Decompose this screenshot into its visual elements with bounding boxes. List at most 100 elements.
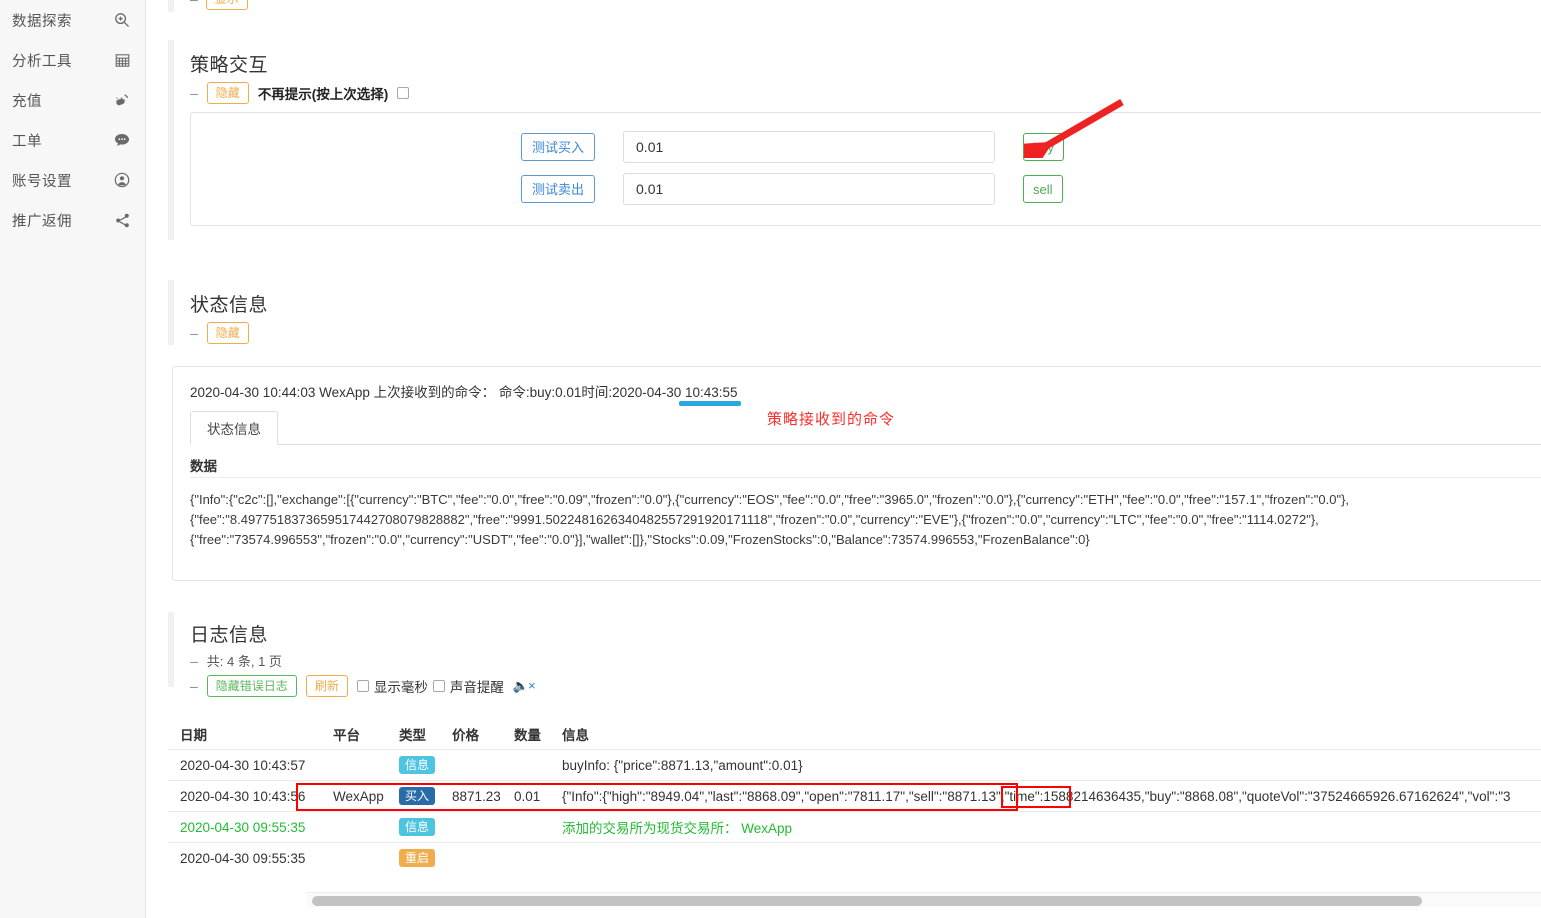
sell-amount-input[interactable] — [623, 173, 996, 205]
strategy-interaction-section: 策略交互 ‒ 隐藏 不再提示(按上次选择) — [190, 50, 1541, 104]
log-date: 2020-04-30 09:55:35 — [180, 850, 306, 866]
log-table: 日期 平台 类型 价格 数量 信息 2020-04-30 10:43:57 信息… — [168, 718, 1541, 873]
plug-icon — [113, 91, 131, 109]
dash-marker: ‒ — [190, 652, 198, 669]
strategy-interaction-controls: ‒ 隐藏 不再提示(按上次选择) — [190, 82, 1541, 104]
sidebar: 数据探索 分析工具 充值 工单 账号设置 推广返佣 — [0, 0, 146, 918]
hide-toggle-button[interactable]: 隐藏 — [206, 82, 249, 104]
sidebar-item-label: 推广返佣 — [12, 213, 72, 230]
status-badge: 买入 — [399, 787, 436, 805]
share-icon — [113, 211, 131, 229]
main-content: ‒ 显示 策略交互 ‒ 隐藏 不再提示(按上次选择) 测试买入 buy 测试卖出… — [146, 0, 1541, 918]
dash-marker: ‒ — [190, 85, 198, 101]
section-accent-bar — [168, 612, 174, 687]
sound-alert-control[interactable]: 声音提醒 — [432, 676, 504, 696]
sidebar-item-label: 数据探索 — [12, 13, 72, 30]
log-type: 重启 — [399, 849, 452, 867]
log-info: {"Info":{"high":"8949.04","last":"8868.0… — [562, 788, 1511, 804]
log-type: 信息 — [399, 756, 452, 774]
column-header-info: 信息 — [562, 727, 589, 743]
log-price: 8871.23 — [452, 788, 501, 804]
column-header-type: 类型 — [399, 727, 426, 743]
log-table-header: 日期 平台 类型 价格 数量 信息 — [168, 718, 1541, 749]
buy-amount-input[interactable] — [623, 131, 996, 163]
status-info-controls: ‒ 隐藏 — [190, 322, 1541, 344]
column-header-date: 日期 — [180, 727, 207, 743]
log-count-text: 共: 4 条, 1 页 — [206, 654, 282, 669]
status-json-line: {"fee":"8.497751837365951744270807982888… — [190, 512, 1319, 527]
speaker-mute-icon[interactable]: 🔈× — [513, 678, 536, 694]
sell-button[interactable]: sell — [1023, 175, 1063, 203]
sidebar-item-analysis-tools[interactable]: 分析工具 — [0, 40, 145, 80]
dash-marker: ‒ — [190, 678, 198, 694]
test-buy-button[interactable]: 测试买入 — [521, 133, 596, 161]
sidebar-item-data-explore[interactable]: 数据探索 — [0, 0, 145, 40]
dash-marker: ‒ — [190, 325, 198, 341]
sidebar-item-referral[interactable]: 推广返佣 — [0, 200, 145, 240]
show-milliseconds-label: 显示毫秒 — [373, 680, 428, 695]
tab-status-info[interactable]: 状态信息 — [190, 411, 278, 445]
no-prompt-label: 不再提示(按上次选择) — [257, 87, 389, 102]
top-section-toggle-row: ‒ 显示 — [190, 0, 248, 10]
log-date: 2020-04-30 09:55:35 — [180, 819, 306, 835]
sidebar-item-label: 工单 — [12, 133, 42, 150]
show-toggle-button[interactable]: 显示 — [205, 0, 248, 10]
log-date: 2020-04-30 10:43:57 — [180, 757, 306, 773]
table-row[interactable]: 2020-04-30 09:55:35 重启 — [168, 842, 1541, 873]
log-info-section: 日志信息 ‒ 共: 4 条, 1 页 ‒ 隐藏错误日志 刷新 显示毫秒 声音提醒… — [190, 620, 1541, 697]
sound-alert-checkbox[interactable] — [432, 680, 445, 692]
status-json-line: {"free":"73574.996553","frozen":"0.0","c… — [190, 532, 1090, 547]
sidebar-item-label: 充值 — [12, 93, 42, 110]
status-badge: 信息 — [399, 756, 436, 774]
sidebar-item-label: 账号设置 — [12, 173, 72, 190]
log-info: buyInfo: {"price":8871.13,"amount":0.01} — [562, 757, 803, 773]
log-count-row: ‒ 共: 4 条, 1 页 — [190, 651, 1541, 670]
show-milliseconds-checkbox[interactable] — [356, 680, 369, 692]
sidebar-item-label: 分析工具 — [12, 53, 72, 70]
table-row[interactable]: 2020-04-30 10:43:57 信息 buyInfo: {"price"… — [168, 749, 1541, 780]
grid-table-icon — [113, 51, 131, 69]
log-amount: 0.01 — [514, 788, 541, 804]
table-row[interactable]: 2020-04-30 09:55:35 信息 添加的交易所为现货交易所： Wex… — [168, 811, 1541, 842]
no-prompt-checkbox[interactable] — [397, 87, 410, 99]
show-milliseconds-control[interactable]: 显示毫秒 — [356, 676, 428, 696]
horizontal-scrollbar-thumb[interactable] — [312, 896, 1422, 906]
sell-interaction-row: 测试卖出 sell — [521, 173, 1063, 205]
status-info-title: 状态信息 — [190, 295, 269, 316]
log-date: 2020-04-30 10:43:56 — [180, 788, 306, 804]
column-header-platform: 平台 — [333, 727, 360, 743]
blue-underline-annotation — [679, 401, 741, 406]
strategy-interaction-title: 策略交互 — [190, 55, 269, 76]
last-command-line: 2020-04-30 10:44:03 WexApp 上次接收到的命令： 命令:… — [190, 385, 738, 400]
horizontal-scrollbar-track[interactable] — [306, 892, 1541, 907]
status-info-panel: 2020-04-30 10:44:03 WexApp 上次接收到的命令： 命令:… — [172, 366, 1541, 581]
sidebar-item-ticket[interactable]: 工单 — [0, 120, 145, 160]
search-zoom-icon — [113, 11, 131, 29]
red-arrow-annotation — [1024, 98, 1124, 158]
hide-error-log-button[interactable]: 隐藏错误日志 — [206, 675, 297, 697]
status-info-section: 状态信息 ‒ 隐藏 — [190, 290, 1541, 344]
log-info-title: 日志信息 — [190, 625, 269, 646]
section-accent-bar — [168, 280, 174, 345]
column-header-amount: 数量 — [514, 727, 541, 743]
log-type: 买入 — [399, 787, 452, 805]
data-section-label: 数据 — [190, 459, 217, 474]
status-badge: 重启 — [399, 849, 436, 867]
page-root: 数据探索 分析工具 充值 工单 账号设置 推广返佣 策略交互 ‒ 隐藏 不再提示… — [0, 0, 1541, 918]
log-type: 信息 — [399, 818, 452, 836]
buy-interaction-row: 测试买入 buy — [521, 131, 1064, 163]
status-badge: 信息 — [399, 818, 436, 836]
red-text-annotation: 策略接收到的命令 — [767, 411, 896, 428]
refresh-button[interactable]: 刷新 — [305, 675, 348, 697]
log-platform: WexApp — [333, 788, 384, 804]
user-circle-icon — [113, 171, 131, 189]
status-hide-toggle-button[interactable]: 隐藏 — [206, 322, 249, 344]
test-sell-button[interactable]: 测试卖出 — [521, 175, 596, 203]
dash-marker: ‒ — [190, 0, 198, 6]
section-accent-bar — [168, 40, 174, 240]
data-divider — [190, 477, 1541, 478]
strategy-interaction-panel: 测试买入 buy 测试卖出 sell — [190, 112, 1541, 226]
table-row[interactable]: 2020-04-30 10:43:56 WexApp 买入 8871.23 0.… — [168, 780, 1541, 811]
sidebar-item-recharge[interactable]: 充值 — [0, 80, 145, 120]
sidebar-item-account-settings[interactable]: 账号设置 — [0, 160, 145, 200]
